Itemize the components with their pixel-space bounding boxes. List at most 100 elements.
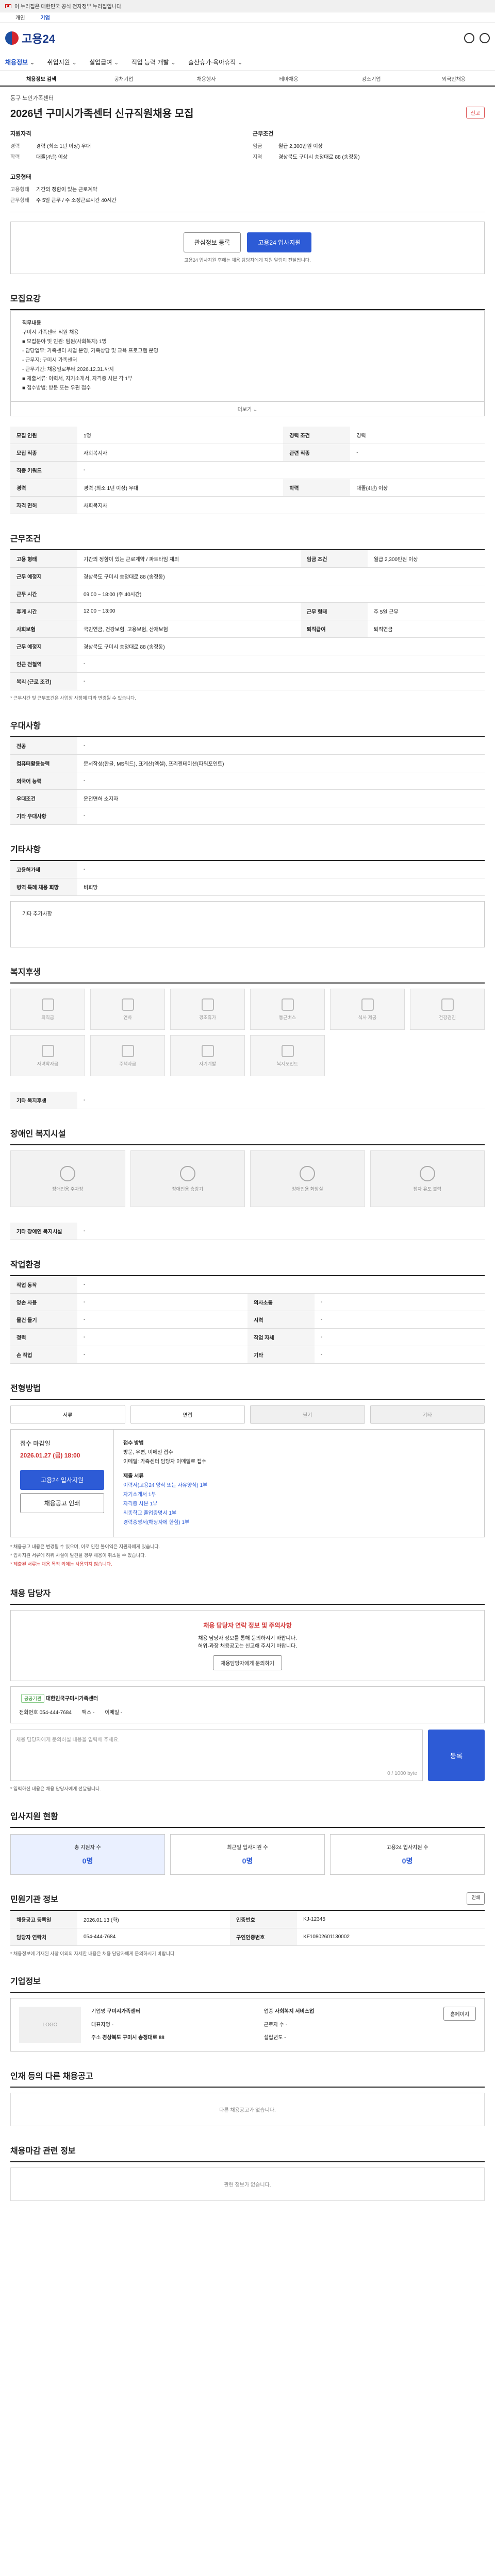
welfare-label: 복지포인트 [276, 1061, 299, 1066]
apply-button-2[interactable]: 고용24 입사지원 [20, 1470, 104, 1490]
etc-section: 기타사항 고용허가제 - 병역 특례 채용 희망 비희망 기타 추가사항 [10, 842, 485, 947]
row-label: 모집 직종 [10, 444, 77, 462]
welfare-icon [201, 998, 214, 1011]
period-label: 접수 마감일 [20, 1440, 51, 1447]
lnb-item-theme[interactable]: 테마채용 [248, 75, 330, 82]
restroom-icon [300, 1165, 316, 1181]
recruit-table: 모집 인원 1명 경력 조건 경력 모집 직종 사회복지사 관련 직종 - 직종 키워드 - … [10, 427, 485, 514]
contact-line: 채용 담당자 정보를 통해 문의하시기 바랍니다. [198, 1636, 297, 1642]
row-value: - [77, 655, 485, 673]
fax-value: - [93, 1710, 95, 1716]
table-row: 물건 들기 - 시력 - [10, 1311, 485, 1329]
welfare-item: 연차 [90, 989, 165, 1030]
gnb-item-training[interactable]: 직업 능력 개발 [131, 58, 176, 66]
menu-icon[interactable] [480, 33, 490, 43]
facility-item: 점자 유도 블럭 [370, 1150, 485, 1207]
lnb-item-strong[interactable]: 강소기업 [330, 75, 412, 82]
section-title: 전형방법 [10, 1381, 485, 1400]
lnb-item-search[interactable]: 채용정보 검색 [0, 75, 82, 82]
period-box: 접수 마감일 2026.01.27 (금) 18:00 고용24 입사지원 채용… [10, 1429, 485, 1537]
sysinfo-print-button[interactable]: 인쇄 [467, 1892, 485, 1905]
welfare-icon [41, 998, 54, 1011]
warn-line: * 제출된 서류는 채용 목적 외에는 사용되지 않습니다. [10, 1562, 112, 1567]
row-value: - [77, 737, 485, 755]
welfare-other-table: 기타 복지후생 - [10, 1092, 485, 1109]
stat-value: 0명 [242, 1857, 253, 1866]
job-title: 2026년 구미시가족센터 신규직원채용 모집 [10, 108, 194, 120]
contact-button[interactable]: 채용담당자에게 문의하기 [213, 1655, 282, 1671]
welfare-label: 건강검진 [438, 1014, 456, 1020]
global-nav: 채용정보 취업지원 실업급여 직업 능력 개발 출산휴가·육아휴직 [0, 54, 495, 71]
question-input[interactable]: 채용 담당자에게 문의하실 내용을 입력해 주세요. 0 / 1000 byte [10, 1730, 423, 1782]
field-value: 경상북도 구미시 송정대로 88 [102, 2035, 164, 2041]
doc-link[interactable]: 경력증명서(해당자에 한함) 1부 [123, 1518, 475, 1528]
table-row: 근무 예정지 경상북도 구미시 송정대로 88 (송정동) [10, 637, 485, 655]
facility-label: 장애인용 승강기 [172, 1186, 203, 1192]
disability-section: 장애인 복지시설 장애인용 주차장 장애인용 승강기 장애인용 화장실 점자 유… [10, 1127, 485, 1240]
phone-label: 전화번호 [19, 1710, 38, 1716]
row-value: 퇴직연금 [367, 620, 485, 638]
row-value: - [77, 772, 485, 790]
row-label: 채용공고 등록일 [10, 1911, 77, 1929]
more-button[interactable]: 더보기 ⌄ [10, 402, 485, 416]
row-label: 관련 직종 [283, 444, 351, 462]
facility-item: 장애인용 승강기 [130, 1150, 245, 1207]
row-value: 09:00 ~ 18:00 (주 40시간) [77, 585, 485, 603]
row-value: 비희망 [77, 878, 485, 896]
doc-link[interactable]: 이력서(고용24 양식 또는 자유양식) 1부 [123, 1481, 475, 1490]
disability-other-table: 기타 장애인 복지시설 - [10, 1223, 485, 1240]
gnb-item-jobs[interactable]: 채용정보 [5, 58, 35, 66]
report-button[interactable]: 신고 [466, 107, 485, 118]
homepage-button[interactable]: 홈페이지 [443, 2007, 476, 2021]
welfare-icon [121, 998, 134, 1011]
stat-value: 0명 [82, 1857, 93, 1866]
welfare-label: 자녀학자금 [37, 1061, 59, 1066]
duty-box: 직무내용 구미시 가족센터 직원 채용 ■ 모집분야 및 인원: 팀원(사회복지… [10, 310, 485, 402]
gov-banner-text: 이 누리집은 대한민국 공식 전자정부 누리집입니다. [14, 4, 123, 10]
row-label: 구인인증번호 [230, 1928, 298, 1946]
section-title: 모집요강 [10, 292, 485, 310]
warn-line: * 채용공고 내용은 변경될 수 있으며, 이로 인한 불이익은 지원자에게 있… [10, 1544, 160, 1549]
section-title: 작업환경 [10, 1258, 485, 1276]
apply-button[interactable]: 고용24 입사지원 [247, 232, 312, 252]
gnb-item-support[interactable]: 취업지원 [47, 58, 77, 66]
duty-line: ■ 제출서류: 이력서, 자기소개서, 자격증 사본 각 1부 [22, 376, 133, 382]
search-icon[interactable] [464, 33, 474, 43]
lnb-item-open[interactable]: 공채기업 [82, 75, 165, 82]
welfare-item: 건강검진 [410, 989, 485, 1030]
field-label: 근로자 수 [263, 2022, 285, 2028]
kv-label: 고용형태 [10, 187, 29, 193]
site-logo[interactable]: 고용24 [5, 30, 55, 46]
welfare-label: 식사 제공 [358, 1014, 377, 1020]
corp-logo: LOGO [19, 2007, 81, 2043]
question-submit-button[interactable]: 등록 [428, 1730, 485, 1782]
row-label: 병역 특례 채용 희망 [10, 878, 77, 896]
stat-recent: 최근일 입사지원 수 0명 [170, 1834, 325, 1875]
row-value: 대졸(4년) 이상 [350, 479, 485, 497]
gnb-item-benefit[interactable]: 실업급여 [89, 58, 119, 66]
kv-label: 임금 [253, 144, 262, 149]
doc-link[interactable]: 최종학교 졸업증명서 1부 [123, 1509, 475, 1518]
tab-personal[interactable]: 개인 [15, 13, 25, 21]
doc-link[interactable]: 자기소개서 1부 [123, 1490, 475, 1500]
print-button[interactable]: 채용공고 인쇄 [20, 1493, 104, 1513]
table-row: 작업 동작 - [10, 1276, 485, 1294]
tab-enterprise[interactable]: 기업 [40, 13, 50, 21]
row-value: 경상북도 구미시 송정대로 88 (송정동) [77, 637, 485, 655]
local-nav: 채용정보 검색 공채기업 채용행사 테마채용 강소기업 외국인채용 [0, 71, 495, 87]
gnb-item-leave[interactable]: 출산휴가·육아휴직 [188, 58, 243, 66]
welfare-label: 경조휴가 [199, 1014, 217, 1020]
row-label: 복리 (근로 조건) [10, 672, 77, 690]
section-title-text: 민원기관 정보 [10, 1895, 58, 1905]
env-section: 작업환경 작업 동작 - 양손 사용 - 의사소통 - 물건 들기 - 시력 - 청력 - 작업 … [10, 1258, 485, 1364]
doc-link[interactable]: 자격증 사본 1부 [123, 1500, 475, 1509]
row-label: 물건 들기 [10, 1311, 77, 1329]
kv-label: 학력 [10, 155, 20, 160]
row-value: KJ-12345 [297, 1911, 485, 1929]
lnb-item-event[interactable]: 채용행사 [165, 75, 248, 82]
scrap-button[interactable]: 관심정보 등록 [183, 232, 241, 252]
row-label: 인증번호 [230, 1911, 298, 1929]
sysinfo-table: 채용공고 등록일 2026.01.13 (화) 인증번호 KJ-12345 담당자 연… [10, 1911, 485, 1946]
elevator-icon [179, 1165, 195, 1181]
lnb-item-foreign[interactable]: 외국인채용 [412, 75, 495, 82]
